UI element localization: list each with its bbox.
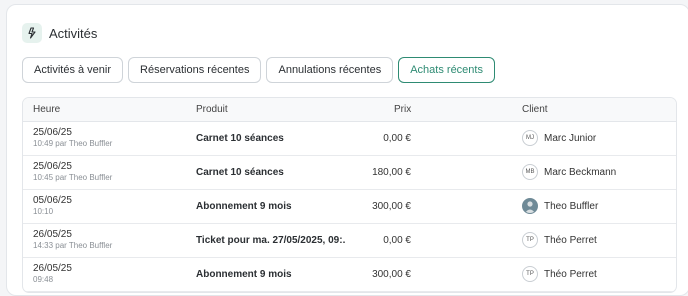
cell-prix: 300,00 € — [372, 201, 411, 212]
client-name: Theo Buffler — [544, 200, 599, 212]
section-title: Activités — [49, 25, 98, 41]
row-time: 10:45 par Theo Buffler — [33, 173, 113, 182]
header-produit: Produit — [196, 104, 228, 115]
tab-recent-cancellations[interactable]: Annulations récentes — [266, 57, 394, 83]
purchases-table: Heure Produit Prix Client 25/06/25 10:49 … — [22, 97, 677, 293]
cell-produit: Abonnement 9 mois — [196, 201, 292, 212]
table-row[interactable]: 25/06/25 10:49 par Theo Buffler Carnet 10 … — [23, 122, 676, 156]
cell-heure: 05/06/25 10:10 — [33, 195, 72, 216]
header-client: Client — [522, 104, 548, 115]
row-date: 26/05/25 — [33, 263, 72, 274]
table-row[interactable]: 26/05/25 14:33 par Theo Buffler Ticket pou… — [23, 224, 676, 258]
avatar: MJ — [522, 130, 538, 146]
row-time: 10:49 par Theo Buffler — [33, 139, 113, 148]
avatar — [522, 198, 538, 214]
cell-client[interactable]: MJ Marc Junior — [522, 130, 596, 146]
cell-client[interactable]: TP Théo Perret — [522, 232, 597, 248]
table-header: Heure Produit Prix Client — [23, 98, 676, 122]
row-date: 25/06/25 — [33, 161, 72, 172]
tab-upcoming-activities[interactable]: Activités à venir — [22, 57, 124, 83]
cell-prix: 0,00 € — [383, 235, 411, 246]
header-heure: Heure — [33, 104, 61, 115]
row-time: 10:10 — [33, 207, 54, 216]
cell-heure: 25/06/25 10:45 par Theo Buffler — [33, 161, 112, 182]
tab-bar: Activités à venir Réservations récentes … — [22, 57, 500, 83]
row-time: 09:48 — [33, 275, 54, 284]
header-prix: Prix — [394, 104, 412, 115]
avatar: MB — [522, 164, 538, 180]
cell-produit: Abonnement 9 mois — [196, 269, 292, 280]
cell-produit: Ticket pour ma. 27/05/2025, 09:... — [196, 235, 346, 246]
lightning-icon — [22, 23, 42, 43]
cell-produit: Carnet 10 séances — [196, 167, 284, 178]
cell-heure: 25/06/25 10:49 par Theo Buffler — [33, 127, 112, 148]
cell-produit: Carnet 10 séances — [196, 133, 284, 144]
table-row[interactable]: 05/06/25 10:10 Abonnement 9 mois 300,00 € Th… — [23, 190, 676, 224]
row-time: 14:33 par Theo Buffler — [33, 241, 113, 250]
cell-prix: 300,00 € — [372, 269, 411, 280]
tab-recent-purchases[interactable]: Achats récents — [398, 57, 495, 83]
tab-recent-reservations[interactable]: Réservations récentes — [128, 57, 262, 83]
avatar: TP — [522, 266, 538, 282]
cell-client[interactable]: MB Marc Beckmann — [522, 164, 616, 180]
cell-client[interactable]: Theo Buffler — [522, 198, 598, 214]
cell-heure: 26/05/25 09:48 — [33, 263, 72, 284]
table-row[interactable]: 25/06/25 10:45 par Theo Buffler Carnet 10 … — [23, 156, 676, 190]
client-name: Marc Beckmann — [544, 166, 617, 178]
cell-heure: 26/05/25 14:33 par Theo Buffler — [33, 229, 112, 250]
avatar: TP — [522, 232, 538, 248]
client-name: Théo Perret — [544, 234, 597, 246]
row-date: 25/06/25 — [33, 127, 72, 138]
section-header: Activités — [22, 21, 97, 45]
activities-card: Activités Activités à venir Réservations… — [6, 4, 688, 296]
row-date: 26/05/25 — [33, 229, 72, 240]
cell-prix: 180,00 € — [372, 167, 411, 178]
row-date: 05/06/25 — [33, 195, 72, 206]
client-name: Marc Junior — [544, 132, 597, 144]
cell-client[interactable]: TP Théo Perret — [522, 266, 597, 282]
cell-prix: 0,00 € — [383, 133, 411, 144]
table-row[interactable]: 26/05/25 09:48 Abonnement 9 mois 300,00 € TP… — [23, 258, 676, 292]
